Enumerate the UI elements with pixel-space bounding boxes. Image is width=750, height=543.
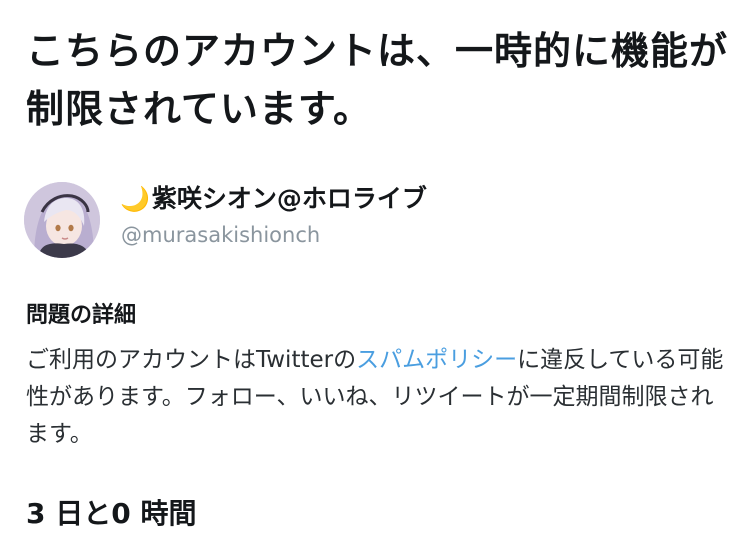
display-name-text: 紫咲シオン@ホロライブ xyxy=(151,184,427,213)
details-text-before: ご利用のアカウントはTwitterの xyxy=(26,347,357,373)
spam-policy-link[interactable]: スパムポリシー xyxy=(356,347,517,373)
page-title: こちらのアカウントは、一時的に機能が制限されています。 xyxy=(26,29,729,131)
account-card[interactable]: 🌙紫咲シオン@ホロライブ @murasakishionch xyxy=(24,182,724,262)
moon-icon: 🌙 xyxy=(120,185,150,213)
display-name[interactable]: 🌙紫咲シオン@ホロライブ xyxy=(120,182,427,216)
details-body: ご利用のアカウントはTwitterのスパムポリシーに違反している可能性があります… xyxy=(26,342,730,453)
avatar[interactable] xyxy=(24,182,100,258)
details-heading: 問題の詳細 xyxy=(26,303,137,328)
account-handle[interactable]: @murasakishionch xyxy=(121,220,320,250)
avatar-image xyxy=(24,182,100,258)
remaining-time: 3 日と0 時間 xyxy=(26,497,197,530)
